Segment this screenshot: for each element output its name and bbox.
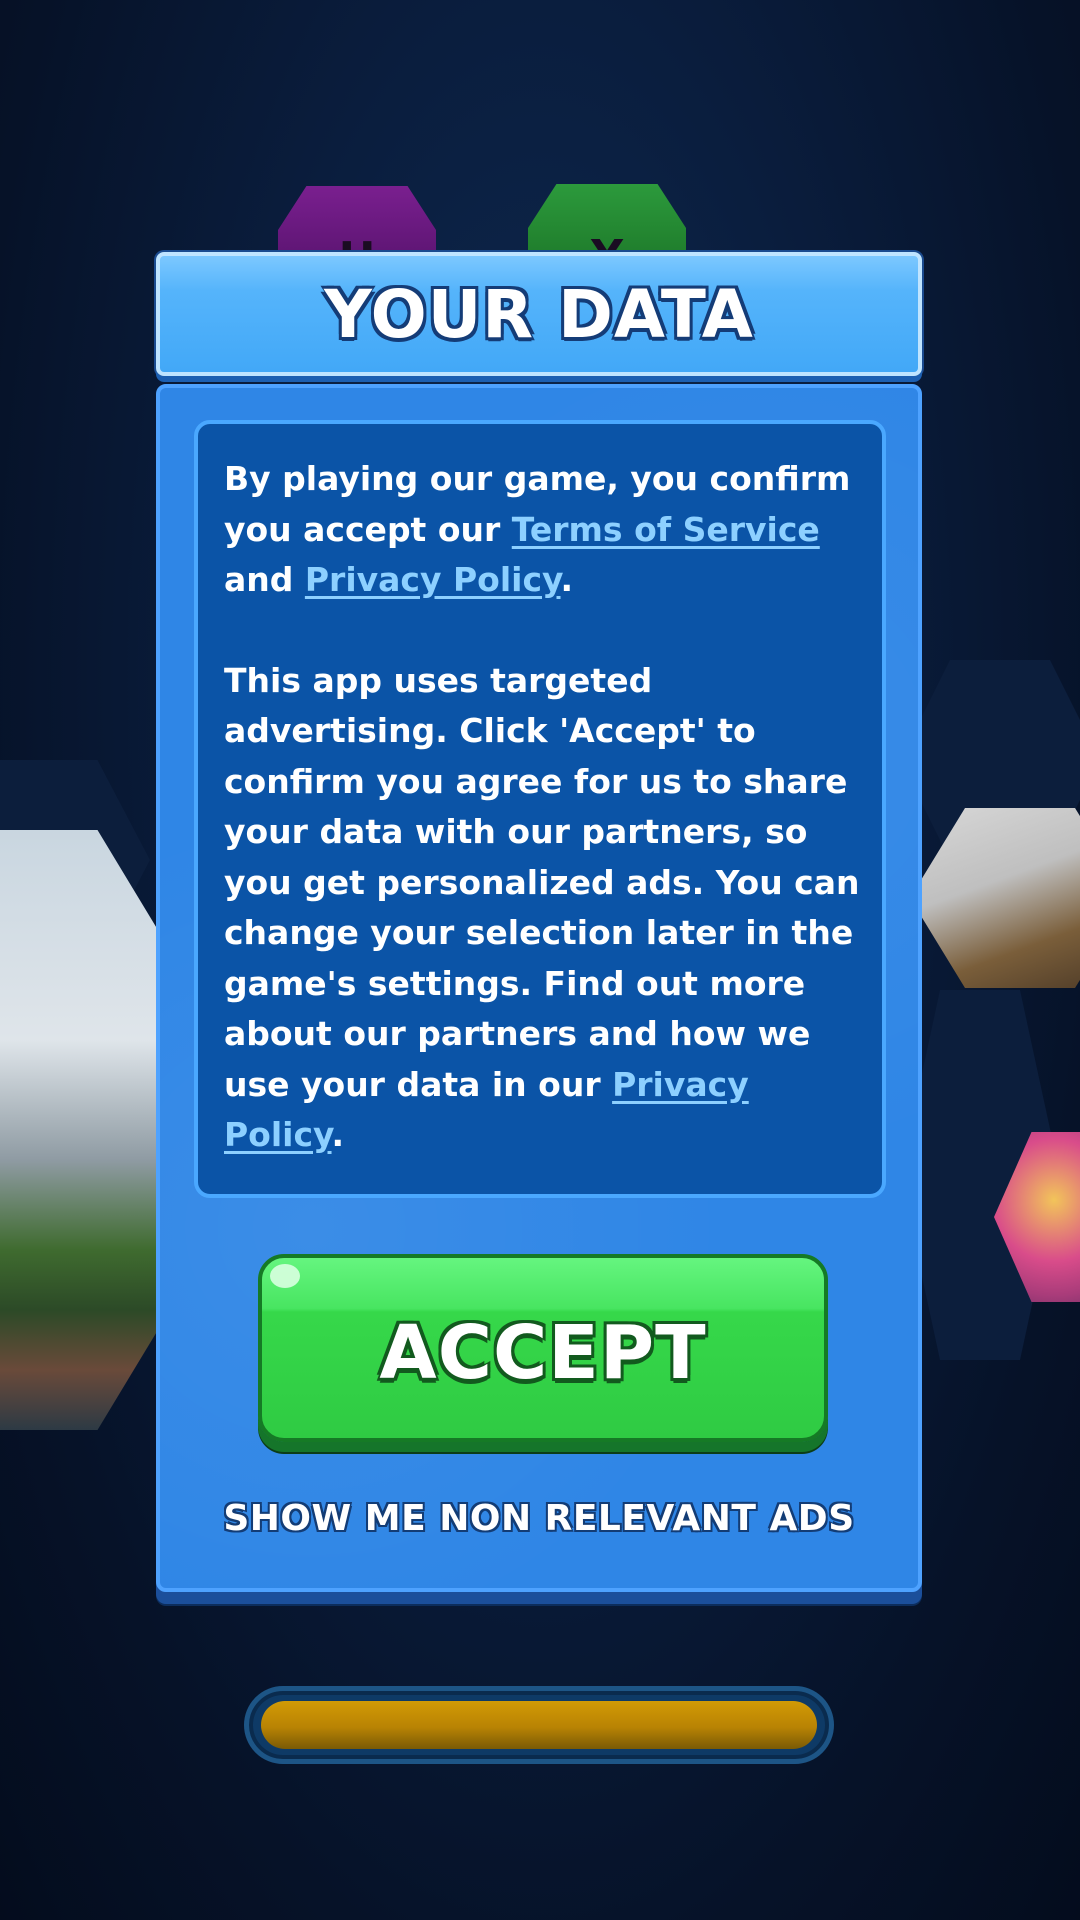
dialog-title: YOUR DATA (324, 276, 754, 353)
terms-of-service-link[interactable]: Terms of Service (512, 510, 820, 549)
privacy-policy-link[interactable]: Privacy Policy (305, 560, 561, 599)
loading-bar-fill (261, 1701, 817, 1749)
advertising-paragraph: This app uses targeted advertising. Clic… (224, 656, 860, 1161)
background-photo-tile (910, 808, 1080, 988)
button-shine (270, 1264, 300, 1288)
advertising-text: This app uses targeted advertising. Clic… (224, 660, 860, 1104)
loading-bar (244, 1686, 834, 1764)
terms-text: . (560, 560, 574, 599)
terms-text: and (224, 560, 305, 599)
advertising-text: . (331, 1115, 345, 1154)
background-photo-tile (0, 830, 170, 1430)
game-screen: H Y YOUR DATA By playing our game, you c… (0, 0, 1080, 1920)
accept-button[interactable]: ACCEPT (258, 1254, 828, 1442)
terms-paragraph: By playing our game, you confirm you acc… (224, 454, 860, 606)
consent-text-panel: By playing our game, you confirm you acc… (194, 420, 886, 1198)
non-relevant-ads-button[interactable]: SHOW ME NON RELEVANT ADS (160, 1498, 918, 1539)
dialog-header: YOUR DATA (156, 252, 922, 376)
accept-button-label: ACCEPT (379, 1310, 707, 1396)
consent-dialog: By playing our game, you confirm you acc… (156, 384, 922, 1592)
